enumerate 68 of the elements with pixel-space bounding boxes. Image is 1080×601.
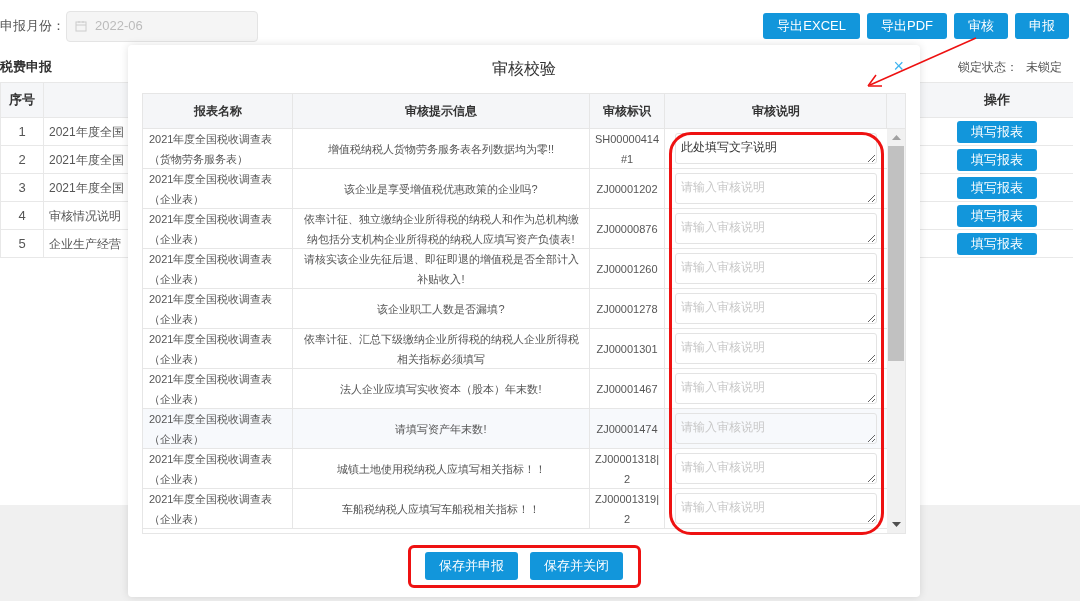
table-cell-text: 车船税纳税人应填写车船税相关指标！！ (342, 501, 540, 517)
scroll-up-icon[interactable] (891, 135, 901, 140)
table-cell-text: 1 (18, 122, 26, 141)
table-cell-text: ZJ00000876 (596, 221, 658, 237)
fill-report-button[interactable]: 填写报表 (956, 148, 1037, 171)
table-cell-text: 依率计征、汇总下级缴纳企业所得税的纳税人企业所得税相关指标必须填写 (302, 331, 580, 367)
table-cell-text: 3 (18, 178, 26, 197)
table-cell-text: 2 (18, 150, 26, 169)
table-cell-text: ZJ00001467 (596, 381, 658, 397)
table-cell-text: 2021年度全国税收调查表（企业表） (149, 251, 274, 287)
dialog-title: 审核校验 (492, 59, 556, 79)
table-cell-text: 2021年度全国税收调查表（企业表） (149, 451, 274, 487)
month-label: 申报月份： (0, 17, 66, 36)
fill-report-button[interactable]: 填写报表 (956, 204, 1037, 227)
table-cell-text: 2021年度全国税收调查表（企业表） (149, 371, 274, 407)
table-cell-text: 增值税纳税人货物劳务服务表各列数据均为零!! (327, 141, 555, 157)
scroll-down-icon[interactable] (891, 522, 901, 527)
table-cell-text: ZJ00001319|2 (594, 491, 660, 527)
calendar-icon (75, 20, 87, 32)
column-header: 审核标识 (590, 94, 665, 128)
table-cell-text: 2021年度全国税收调查表（企业表） (149, 411, 274, 447)
fill-report-button[interactable]: 填写报表 (956, 176, 1037, 199)
close-button[interactable]: × (893, 57, 904, 75)
table-cell-text: 2021年度全国税收调查表（企业表） (149, 211, 274, 247)
scrollbar[interactable] (887, 129, 905, 533)
table-cell-text: 依率计征、独立缴纳企业所得税的纳税人和作为总机构缴纳包括分支机构企业所得税的纳税人应填写资产负债表! (302, 211, 580, 247)
toolbar-button[interactable]: 审核 (954, 13, 1008, 39)
column-header: 操作 (982, 91, 1011, 110)
table-cell-text: 2021年度全国 (49, 123, 124, 141)
table-cell-text: ZJ00001202 (596, 181, 658, 197)
table-cell-text: 5 (18, 234, 26, 253)
column-header: 序号 (1, 83, 44, 117)
table-cell-text: 2021年度全国税收调查表（企业表） (149, 291, 274, 327)
table-cell-text: ZJ00001260 (596, 261, 658, 277)
dialog-button[interactable]: 保存并关闭 (530, 552, 623, 580)
table-cell-text: 4 (18, 206, 26, 225)
table-cell-text: 2021年度全国税收调查表（企业表） (149, 171, 274, 207)
table-cell-text: 2021年度全国税收调查表（企业表） (149, 331, 274, 367)
table-cell-text: 2021年度全国 (49, 151, 124, 169)
table-cell-text: 2021年度全国税收调查表（货物劳务服务表） (149, 131, 274, 167)
table-cell-text: 2021年度全国 (49, 179, 124, 197)
column-header: 审核说明 (665, 94, 887, 128)
lock-status: 未锁定 (1026, 59, 1062, 76)
note-field[interactable]: 此处填写文字说明 (675, 133, 877, 164)
toolbar-button[interactable]: 申报 (1015, 13, 1069, 39)
lock-label: 锁定状态： (958, 59, 1018, 76)
table-cell-text: SH00000414#1 (593, 131, 661, 167)
fill-report-button[interactable]: 填写报表 (956, 232, 1037, 255)
column-header: 审核提示信息 (293, 94, 590, 128)
table-cell-text: 法人企业应填写实收资本（股本）年末数! (340, 381, 542, 397)
fill-report-button[interactable]: 填写报表 (956, 120, 1037, 143)
column-header: 报表名称 (143, 94, 293, 128)
table-cell-text: 请填写资产年末数! (395, 421, 487, 437)
toolbar-button[interactable]: 导出EXCEL (763, 13, 860, 39)
table-cell-text: 城镇土地使用税纳税人应填写相关指标！！ (336, 461, 546, 477)
table-cell-text: ZJ00001301 (596, 341, 658, 357)
dialog-button[interactable]: 保存并申报 (425, 552, 518, 580)
table-cell-text: ZJ00001474 (596, 421, 658, 437)
table-cell-text: ZJ00001278 (596, 301, 658, 317)
toolbar-button[interactable]: 导出PDF (867, 13, 947, 39)
table-cell-text: 该企业是享受增值税优惠政策的企业吗? (344, 181, 538, 197)
table-cell-text: 审核情况说明 (49, 207, 121, 225)
table-cell-text: 2021年度全国税收调查表（企业表） (149, 491, 274, 527)
table-cell-text: ZJ00001318|2 (594, 451, 660, 487)
table-cell-text: 请核实该企业先征后退、即征即退的增值税是否全部计入补贴收入! (302, 251, 580, 287)
table-cell-text: 该企业职工人数是否漏填? (377, 301, 505, 317)
section-title: 税费申报 (0, 58, 52, 77)
table-cell-text: 企业生产经营 (49, 235, 121, 253)
